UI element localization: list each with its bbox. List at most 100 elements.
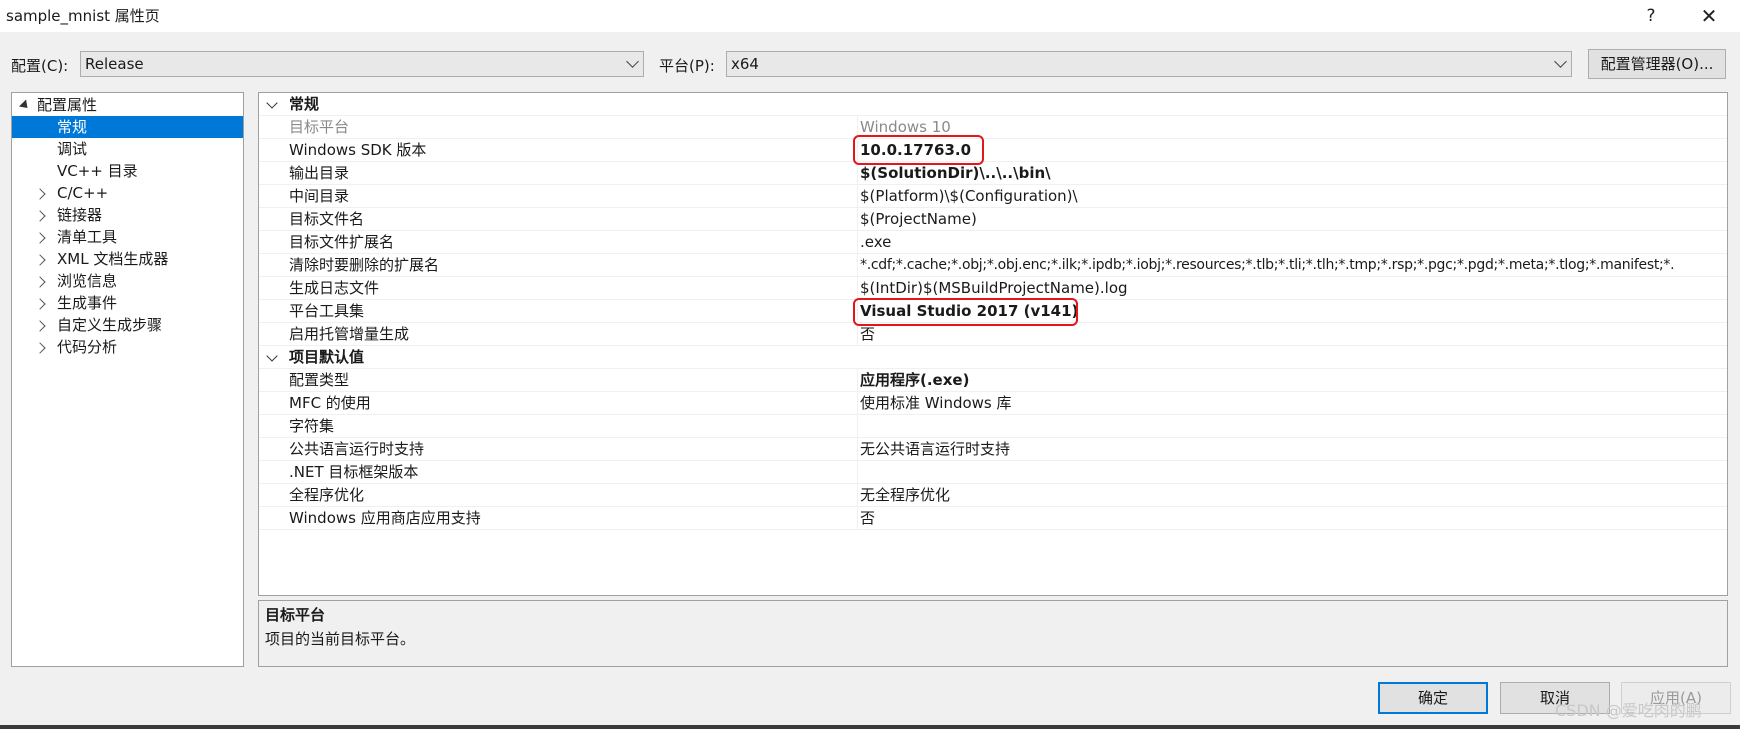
column-divider (857, 254, 858, 276)
ok-button[interactable]: 确定 (1378, 682, 1488, 714)
column-divider (857, 208, 858, 230)
prop-value: 否 (860, 509, 876, 527)
prop-name: 平台工具集 (289, 302, 365, 320)
prop-row-mfc-use[interactable]: MFC 的使用 使用标准 Windows 库 (259, 392, 1727, 415)
tree-item-build-events[interactable]: 生成事件 (12, 292, 243, 314)
column-divider (857, 185, 858, 207)
highlight-box-toolset (853, 298, 1078, 326)
prop-row-clean-extensions[interactable]: 清除时要删除的扩展名 *.cdf;*.cache;*.obj;*.obj.enc… (259, 254, 1727, 277)
taskbar-edge (0, 725, 1740, 729)
category-general[interactable]: 常规 (259, 93, 1727, 116)
prop-name: Windows 应用商店应用支持 (289, 509, 481, 527)
prop-row-output-dir[interactable]: 输出目录 $(SolutionDir)\..\..\bin\ (259, 162, 1727, 185)
expand-icon[interactable] (34, 276, 46, 288)
tree-item-code-analysis[interactable]: 代码分析 (12, 336, 243, 358)
expand-icon[interactable] (34, 188, 46, 200)
column-divider (857, 415, 858, 437)
title-bar: sample_mnist 属性页 ? ✕ (0, 0, 1740, 32)
column-divider (857, 438, 858, 460)
platform-combobox[interactable]: x64 (726, 51, 1572, 77)
prop-value: *.cdf;*.cache;*.obj;*.obj.enc;*.ilk;*.ip… (860, 257, 1675, 273)
tree-item-cpp[interactable]: C/C++ (12, 182, 243, 204)
column-divider (857, 461, 858, 483)
tree-item-label: 清单工具 (57, 228, 118, 246)
collapse-icon[interactable] (18, 99, 32, 112)
prop-row-build-log[interactable]: 生成日志文件 $(IntDir)$(MSBuildProjectName).lo… (259, 277, 1727, 300)
tree-item-linker[interactable]: 链接器 (12, 204, 243, 226)
chevron-down-icon[interactable] (266, 97, 278, 109)
prop-row-target-name[interactable]: 目标文件名 $(ProjectName) (259, 208, 1727, 231)
expand-icon[interactable] (34, 342, 46, 354)
prop-row-managed-incremental[interactable]: 启用托管增量生成 否 (259, 323, 1727, 346)
prop-value: 使用标准 Windows 库 (860, 394, 1012, 412)
tree-item-label: 常规 (57, 118, 88, 136)
property-grid[interactable]: 常规 目标平台 Windows 10 Windows SDK 版本 10.0.1… (258, 92, 1728, 596)
expand-icon[interactable] (34, 210, 46, 222)
prop-row-target-ext[interactable]: 目标文件扩展名 .exe (259, 231, 1727, 254)
expand-icon[interactable] (34, 320, 46, 332)
config-manager-button[interactable]: 配置管理器(O)... (1588, 49, 1726, 79)
tree-root-item[interactable]: 配置属性 (12, 94, 243, 116)
category-project-defaults[interactable]: 项目默认值 (259, 346, 1727, 369)
expand-icon[interactable] (34, 298, 46, 310)
prop-value: $(IntDir)$(MSBuildProjectName).log (860, 279, 1128, 297)
config-label: 配置(C): (11, 57, 69, 75)
category-label: 项目默认值 (289, 348, 365, 366)
config-combobox[interactable]: Release (80, 51, 644, 77)
tree-item-label: C/C++ (57, 184, 109, 202)
column-divider (857, 369, 858, 391)
expand-icon[interactable] (34, 232, 46, 244)
prop-value: .exe (860, 233, 892, 251)
column-divider (857, 323, 858, 345)
tree-item-general[interactable]: 常规 (12, 116, 243, 138)
prop-value: $(Platform)\$(Configuration)\ (860, 187, 1078, 205)
platform-label: 平台(P): (659, 57, 715, 75)
prop-row-config-type[interactable]: 配置类型 应用程序(.exe) (259, 369, 1727, 392)
tree-item-label: 链接器 (57, 206, 103, 224)
column-divider (857, 484, 858, 506)
prop-name: 公共语言运行时支持 (289, 440, 425, 458)
prop-row-target-platform[interactable]: 目标平台 Windows 10 (259, 116, 1727, 139)
prop-value: $(SolutionDir)\..\..\bin\ (860, 164, 1051, 182)
prop-name: 启用托管增量生成 (289, 325, 410, 343)
watermark: CSDN @爱吃肉的鹏 (1555, 701, 1702, 720)
chevron-down-icon (626, 55, 639, 68)
prop-name: 生成日志文件 (289, 279, 380, 297)
tree-item-manifest-tool[interactable]: 清单工具 (12, 226, 243, 248)
prop-name: 字符集 (289, 417, 335, 435)
tree-item-label: 调试 (57, 140, 88, 158)
prop-row-intermediate-dir[interactable]: 中间目录 $(Platform)\$(Configuration)\ (259, 185, 1727, 208)
prop-name: 目标文件名 (289, 210, 365, 228)
description-text: 项目的当前目标平台。 (265, 630, 416, 648)
prop-name: 中间目录 (289, 187, 350, 205)
prop-value: 无公共语言运行时支持 (860, 440, 1011, 458)
column-divider (857, 277, 858, 299)
tree-item-label: VC++ 目录 (57, 162, 138, 180)
prop-row-dotnet-framework[interactable]: .NET 目标框架版本 (259, 461, 1727, 484)
property-tree[interactable]: 配置属性 常规 调试 VC++ 目录 C/C++ 链接器 清单工具 XML 文档… (11, 92, 244, 667)
close-button[interactable]: ✕ (1686, 2, 1732, 30)
help-button[interactable]: ? (1628, 2, 1674, 30)
tree-item-debugging[interactable]: 调试 (12, 138, 243, 160)
chevron-down-icon[interactable] (266, 350, 278, 362)
tree-item-vc-directories[interactable]: VC++ 目录 (12, 160, 243, 182)
tree-item-xml-doc-generator[interactable]: XML 文档生成器 (12, 248, 243, 270)
tree-item-label: XML 文档生成器 (57, 250, 169, 268)
prop-name: 配置类型 (289, 371, 350, 389)
prop-row-whole-program-opt[interactable]: 全程序优化 无全程序优化 (259, 484, 1727, 507)
prop-row-clr-support[interactable]: 公共语言运行时支持 无公共语言运行时支持 (259, 438, 1727, 461)
prop-row-sdk-version[interactable]: Windows SDK 版本 10.0.17763.0 (259, 139, 1727, 162)
tree-item-browse-info[interactable]: 浏览信息 (12, 270, 243, 292)
prop-row-store-app-support[interactable]: Windows 应用商店应用支持 否 (259, 507, 1727, 530)
expand-icon[interactable] (34, 254, 46, 266)
tree-item-custom-build-step[interactable]: 自定义生成步骤 (12, 314, 243, 336)
prop-name: 清除时要删除的扩展名 (289, 256, 440, 274)
prop-row-charset[interactable]: 字符集 (259, 415, 1727, 438)
column-divider (857, 162, 858, 184)
prop-value: 无全程序优化 (860, 486, 951, 504)
description-panel: 目标平台 项目的当前目标平台。 (258, 600, 1728, 667)
category-label: 常规 (289, 95, 320, 113)
column-divider (857, 507, 858, 529)
column-divider (857, 231, 858, 253)
platform-value: x64 (731, 55, 759, 73)
